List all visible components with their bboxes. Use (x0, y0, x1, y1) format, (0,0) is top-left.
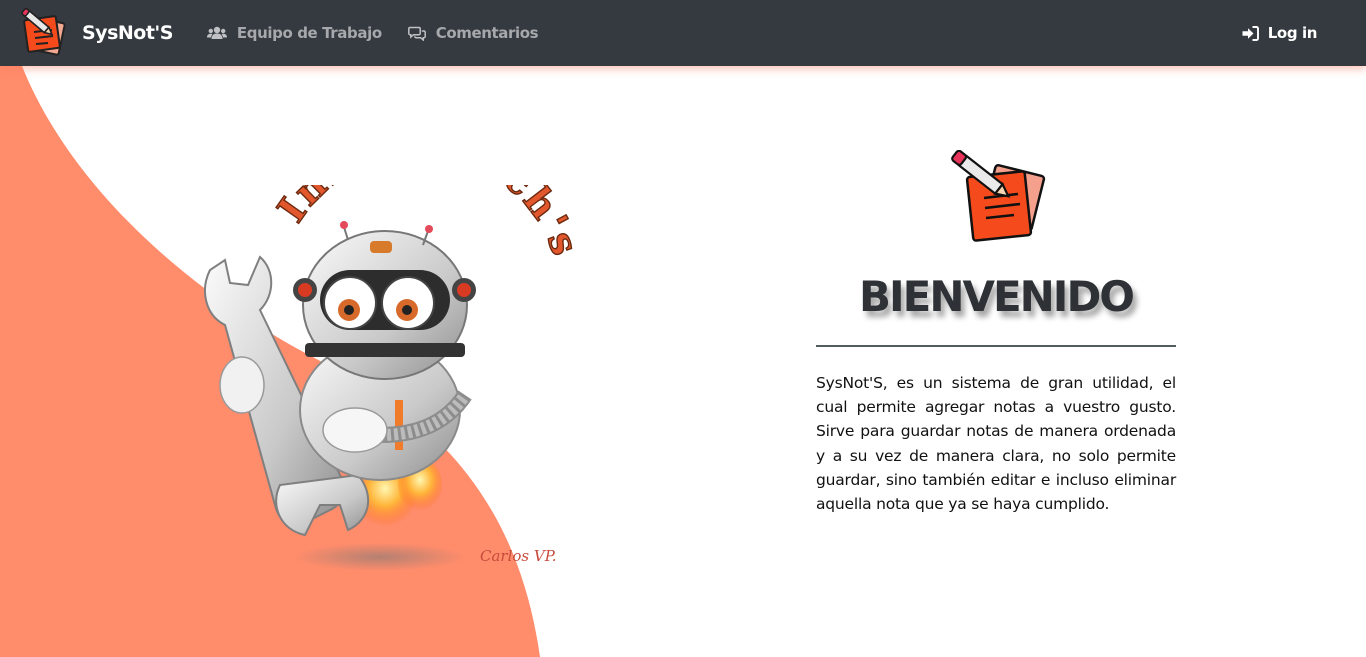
notes-logo-icon (21, 8, 66, 56)
users-icon (206, 26, 227, 39)
notes-icon (950, 150, 1045, 242)
divider (816, 345, 1176, 347)
nav-link-equipo-label[interactable]: Equipo de Trabajo (237, 24, 382, 42)
welcome-section: BIENVENIDO SysNot'S, es un sistema de gr… (816, 150, 1176, 516)
login-link[interactable]: Log in (1242, 24, 1317, 42)
navbar: SysNot'S Equipo de Trabajo Comentarios L… (0, 0, 1366, 66)
nav-link-comentarios[interactable]: Comentarios (407, 24, 539, 42)
sign-in-icon (1242, 25, 1259, 41)
signature-text: Carlos VP. (480, 547, 557, 565)
page: SysNot'S Equipo de Trabajo Comentarios L… (0, 0, 1366, 657)
comments-icon (407, 26, 426, 41)
innova-tech-robot-logo: Innova Tech's (204, 185, 580, 571)
welcome-title: BIENVENIDO (858, 272, 1135, 321)
welcome-description: SysNot'S, es un sistema de gran utilidad… (816, 374, 1176, 514)
nav-links: Equipo de Trabajo Comentarios (206, 24, 564, 42)
brand-link[interactable]: SysNot'S (20, 8, 173, 58)
nav-link-equipo[interactable]: Equipo de Trabajo (206, 24, 382, 42)
brand-name[interactable]: SysNot'S (82, 22, 173, 44)
nav-link-comentarios-label[interactable]: Comentarios (436, 24, 539, 42)
login-label[interactable]: Log in (1268, 24, 1318, 42)
